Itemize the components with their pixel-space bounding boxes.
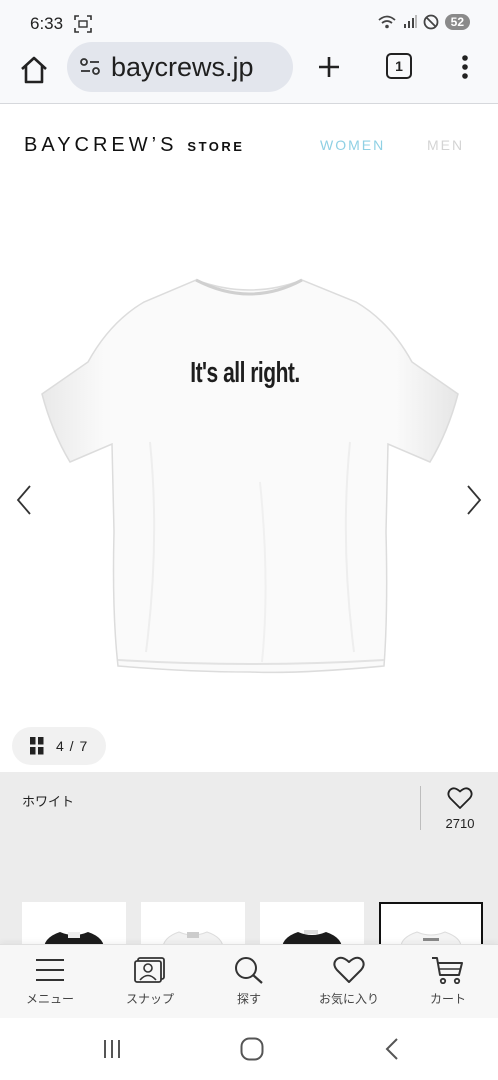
prev-image-arrow-icon[interactable] [12,482,36,518]
logo-store: STORE [187,139,245,154]
product-tshirt-image [41,278,459,674]
grid-icon [30,737,44,755]
new-tab-icon[interactable] [314,52,344,82]
wifi-icon [378,15,396,29]
nav-snap[interactable]: スナップ [100,945,200,1017]
image-counter-pill[interactable]: 4 / 7 [12,727,106,765]
system-navigation-bar [0,1018,498,1080]
battery-indicator: 52 [444,14,470,30]
site-header: BAYCREW’S STORE WOMEN MEN [0,106,498,182]
back-icon[interactable] [382,1036,402,1062]
tab-count: 1 [395,58,403,74]
nav-menu[interactable]: メニュー [0,945,100,1017]
favorite-count: 2710 [445,816,475,831]
nav-label: 探す [236,992,261,1006]
home-icon[interactable] [18,54,50,86]
hamburger-icon [36,959,64,981]
recent-apps-icon[interactable] [100,1037,124,1061]
cart-icon [432,957,463,984]
nav-men[interactable]: MEN [427,137,464,153]
site-settings-icon[interactable] [79,57,101,77]
nav-label: メニュー [25,992,74,1006]
logo-main: BAYCREW’S [24,134,178,156]
favorite-heart-icon[interactable] [447,786,473,810]
heart-icon [333,956,365,983]
browser-toolbar: baycrews.jp 1 [0,42,498,104]
color-name: ホワイト [22,795,75,810]
product-image-carousel[interactable]: It's all right. 4 / 7 [0,182,498,772]
snap-icon [134,957,165,983]
product-info-section: ホワイト 2710 [0,772,498,952]
signal-icon [403,15,417,28]
tab-switcher-button[interactable]: 1 [386,53,412,79]
nav-favorites[interactable]: お気に入り [299,945,399,1017]
address-bar[interactable]: baycrews.jp [67,42,293,92]
bottom-navigation: メニュー スナップ 探す お気に入り カート [0,944,498,1018]
shirt-print-text: It's all right. [190,357,300,389]
status-bar: 6:33 52 [0,0,498,48]
nav-women[interactable]: WOMEN [320,137,385,153]
nav-cart[interactable]: カート [398,945,498,1017]
screen-record-icon [74,15,92,33]
status-time: 6:33 [30,14,64,33]
image-counter-text: 4 / 7 [56,738,89,754]
next-image-arrow-icon[interactable] [462,482,486,518]
nav-label: カート [429,992,466,1006]
site-logo[interactable]: BAYCREW’S STORE [24,134,244,157]
home-circle-icon[interactable] [239,1036,265,1062]
nav-label: お気に入り [318,992,379,1006]
do-not-disturb-icon [423,14,439,30]
more-options-icon[interactable] [455,52,475,82]
url-text: baycrews.jp [111,51,254,82]
nav-label: スナップ [125,992,174,1006]
search-icon [235,957,263,984]
nav-search[interactable]: 探す [199,945,299,1017]
divider [420,786,421,830]
